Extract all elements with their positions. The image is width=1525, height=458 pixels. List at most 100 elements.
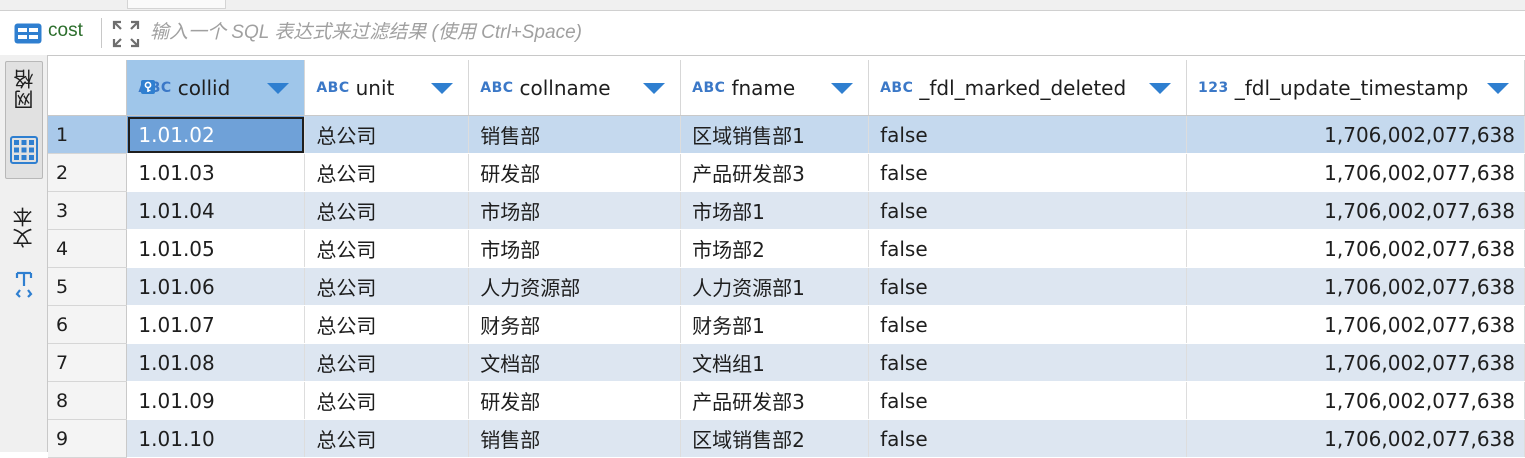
table-row[interactable]: 6 1.01.07 总公司 财务部 财务部1 false 1,706,002,0… [48, 305, 1525, 344]
column-menu-arrow-icon[interactable] [643, 83, 666, 94]
filter-bar: cost [0, 10, 1525, 56]
cell-marked-deleted[interactable]: false [868, 267, 1187, 306]
cell-fname[interactable]: 区域销售部1 [680, 115, 870, 154]
cell-collname[interactable]: 销售部 [468, 115, 682, 154]
type-badge: ABC [692, 79, 726, 96]
cell-fname[interactable]: 产品研发部3 [680, 381, 870, 420]
view-mode-panel: 网格 文本 [0, 55, 48, 452]
cell-collname[interactable]: 研发部 [468, 381, 682, 420]
row-number[interactable]: 5 [48, 267, 128, 306]
header-row: ABC collid ABC unit [48, 60, 1525, 116]
cell-update-timestamp[interactable]: 1,706,002,077,638 [1186, 305, 1525, 344]
column-header-unit[interactable]: ABC unit [304, 60, 470, 116]
cell-collname[interactable]: 市场部 [468, 229, 682, 268]
grid-tab-label: 网格 [12, 68, 37, 110]
column-header-fdl-update-timestamp[interactable]: 123 _fdl_update_timestamp [1186, 60, 1525, 116]
cell-unit[interactable]: 总公司 [304, 267, 470, 306]
column-menu-arrow-icon[interactable] [831, 83, 854, 94]
row-number[interactable]: 4 [48, 229, 128, 268]
row-number[interactable]: 7 [48, 343, 128, 382]
row-number[interactable]: 3 [48, 191, 128, 230]
row-number[interactable]: 6 [48, 305, 128, 344]
cell-fname[interactable]: 人力资源部1 [680, 267, 870, 306]
table-row[interactable]: 4 1.01.05 总公司 市场部 市场部2 false 1,706,002,0… [48, 229, 1525, 268]
results-grid: ABC collid ABC unit [48, 60, 1525, 458]
cell-update-timestamp[interactable]: 1,706,002,077,638 [1186, 343, 1525, 382]
text-icon [15, 271, 33, 298]
column-menu-arrow-icon[interactable] [431, 83, 454, 94]
cell-collid[interactable]: 1.01.03 [126, 153, 306, 192]
cell-unit[interactable]: 总公司 [304, 191, 470, 230]
cell-update-timestamp[interactable]: 1,706,002,077,638 [1186, 229, 1525, 268]
cell-update-timestamp[interactable]: 1,706,002,077,638 [1186, 267, 1525, 306]
table-row[interactable]: 3 1.01.04 总公司 市场部 市场部1 false 1,706,002,0… [48, 191, 1525, 230]
column-label: collname [519, 75, 611, 100]
table-row[interactable]: 5 1.01.06 总公司 人力资源部 人力资源部1 false 1,706,0… [48, 267, 1525, 306]
table-row[interactable]: 7 1.01.08 总公司 文档部 文档组1 false 1,706,002,0… [48, 343, 1525, 382]
cell-unit[interactable]: 总公司 [304, 229, 470, 268]
cell-unit[interactable]: 总公司 [304, 115, 470, 154]
row-number[interactable]: 1 [48, 115, 128, 154]
cell-fname[interactable]: 市场部1 [680, 191, 870, 230]
column-header-fdl-marked-deleted[interactable]: ABC _fdl_marked_deleted [868, 60, 1187, 116]
text-view-tab[interactable]: 文本 [5, 200, 41, 298]
cell-fname[interactable]: 市场部2 [680, 229, 870, 268]
cell-collid[interactable]: 1.01.04 [126, 191, 306, 230]
column-menu-arrow-icon[interactable] [267, 83, 290, 94]
cell-update-timestamp[interactable]: 1,706,002,077,638 [1186, 191, 1525, 230]
cell-collid[interactable]: 1.01.05 [126, 229, 306, 268]
cell-collname[interactable]: 财务部 [468, 305, 682, 344]
column-menu-arrow-icon[interactable] [1149, 83, 1171, 94]
cell-collname[interactable]: 市场部 [468, 191, 682, 230]
cell-collid[interactable]: 1.01.09 [126, 381, 306, 420]
cell-collid[interactable]: 1.01.07 [126, 305, 306, 344]
column-header-collid[interactable]: ABC collid [126, 60, 306, 116]
cell-collid[interactable]: 1.01.06 [126, 267, 306, 306]
cell-fname[interactable]: 产品研发部3 [680, 153, 870, 192]
cell-unit[interactable]: 总公司 [304, 153, 470, 192]
active-editor-tab[interactable] [127, 0, 226, 9]
type-badge: ABC [480, 79, 514, 96]
corner-cell[interactable] [48, 60, 128, 116]
cell-marked-deleted[interactable]: false [868, 115, 1187, 154]
cell-update-timestamp[interactable]: 1,706,002,077,638 [1186, 381, 1525, 420]
text-tab-label: 文本 [11, 206, 36, 248]
cell-fname[interactable]: 文档组1 [680, 343, 870, 382]
results-table: ABC collid ABC unit [48, 60, 1525, 458]
cell-collname[interactable]: 文档部 [468, 343, 682, 382]
cell-unit[interactable]: 总公司 [304, 381, 470, 420]
type-badge: 123 [1198, 79, 1229, 96]
table-row[interactable]: 8 1.01.09 总公司 研发部 产品研发部3 false 1,706,002… [48, 381, 1525, 420]
table-name-label[interactable]: cost [48, 20, 83, 42]
column-header-fname[interactable]: ABC fname [680, 60, 870, 116]
cell-collname[interactable]: 研发部 [468, 153, 682, 192]
type-badge: ABC [880, 79, 914, 96]
row-number[interactable]: 8 [48, 381, 128, 420]
row-number[interactable]: 2 [48, 153, 128, 192]
cell-marked-deleted[interactable]: false [868, 381, 1187, 420]
cell-update-timestamp[interactable]: 1,706,002,077,638 [1186, 153, 1525, 192]
cell-collid[interactable]: 1.01.08 [126, 343, 306, 382]
column-label: _fdl_update_timestamp [1234, 75, 1469, 100]
cell-collname[interactable]: 人力资源部 [468, 267, 682, 306]
cell-fname[interactable]: 财务部1 [680, 305, 870, 344]
column-label: unit [355, 75, 395, 100]
table-row[interactable]: 1 1.01.02 总公司 销售部 区域销售部1 false 1,706,002… [48, 115, 1525, 154]
expand-icon[interactable] [111, 19, 141, 49]
grid-icon [10, 136, 38, 164]
grid-view-tab[interactable]: 网格 [5, 61, 43, 179]
cell-update-timestamp[interactable]: 1,706,002,077,638 [1186, 115, 1525, 154]
cell-marked-deleted[interactable]: false [868, 191, 1187, 230]
sql-filter-input[interactable] [150, 18, 1510, 48]
cell-marked-deleted[interactable]: false [868, 305, 1187, 344]
toolbar-separator [101, 18, 102, 48]
column-menu-arrow-icon[interactable] [1487, 83, 1509, 94]
cell-marked-deleted[interactable]: false [868, 153, 1187, 192]
cell-marked-deleted[interactable]: false [868, 229, 1187, 268]
column-header-collname[interactable]: ABC collname [468, 60, 682, 116]
table-row[interactable]: 2 1.01.03 总公司 研发部 产品研发部3 false 1,706,002… [48, 153, 1525, 192]
cell-marked-deleted[interactable]: false [868, 343, 1187, 382]
cell-unit[interactable]: 总公司 [304, 343, 470, 382]
cell-collid[interactable]: 1.01.02 [126, 115, 306, 154]
cell-unit[interactable]: 总公司 [304, 305, 470, 344]
